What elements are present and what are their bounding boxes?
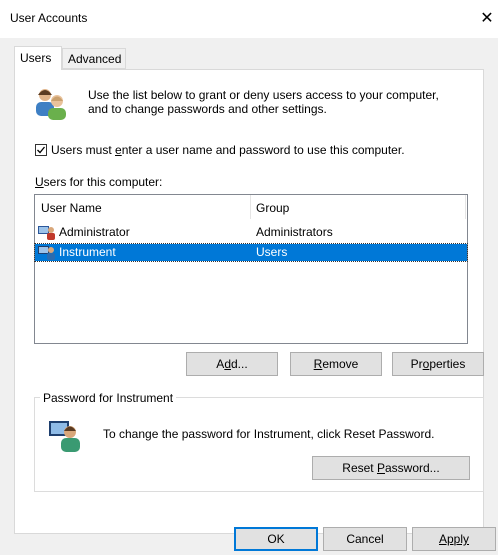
user-group: Administrators [256,225,333,239]
login-required-label[interactable]: Users must enter a user name and passwor… [51,143,405,157]
user-row-administrator[interactable]: Administrator Administrators [35,224,467,241]
password-group-legend: Password for Instrument [40,391,177,405]
column-divider[interactable] [250,195,251,219]
user-row-instrument[interactable]: Instrument Users [34,243,468,263]
properties-button[interactable]: Properties [392,352,484,376]
tab-users[interactable]: Users [14,46,62,70]
user-password-icon [48,418,82,457]
column-header-group[interactable]: Group [256,201,289,215]
intro-text: Use the list below to grant or deny user… [88,88,478,116]
user-name: Administrator [59,225,130,239]
user-icon [38,245,56,263]
checkmark-icon [37,146,46,154]
reset-password-button[interactable]: Reset Password... [312,456,470,480]
add-user-button[interactable]: Add... [186,352,278,376]
close-icon[interactable]: ✕ [478,8,496,28]
remove-user-button[interactable]: Remove [290,352,382,376]
column-divider[interactable] [465,195,466,219]
column-header-user-name[interactable]: User Name [41,201,102,215]
cancel-button[interactable]: Cancel [323,527,407,551]
tab-advanced[interactable]: Advanced [62,48,126,69]
window-title: User Accounts [10,11,88,25]
users-list-label: Users for this computer: [35,175,163,189]
user-group: Users [256,245,288,259]
password-instructions: To change the password for Instrument, c… [103,427,435,441]
users-icon [33,87,69,124]
apply-button[interactable]: Apply [412,527,496,551]
user-name: Instrument [59,245,116,259]
intro-line-1: Use the list below to grant or deny user… [88,88,439,102]
login-required-checkbox[interactable] [35,144,47,156]
users-listview[interactable] [34,194,468,344]
intro-line-2: and to change passwords and other settin… [88,102,327,116]
ok-button[interactable]: OK [234,527,318,551]
user-icon [38,225,56,243]
